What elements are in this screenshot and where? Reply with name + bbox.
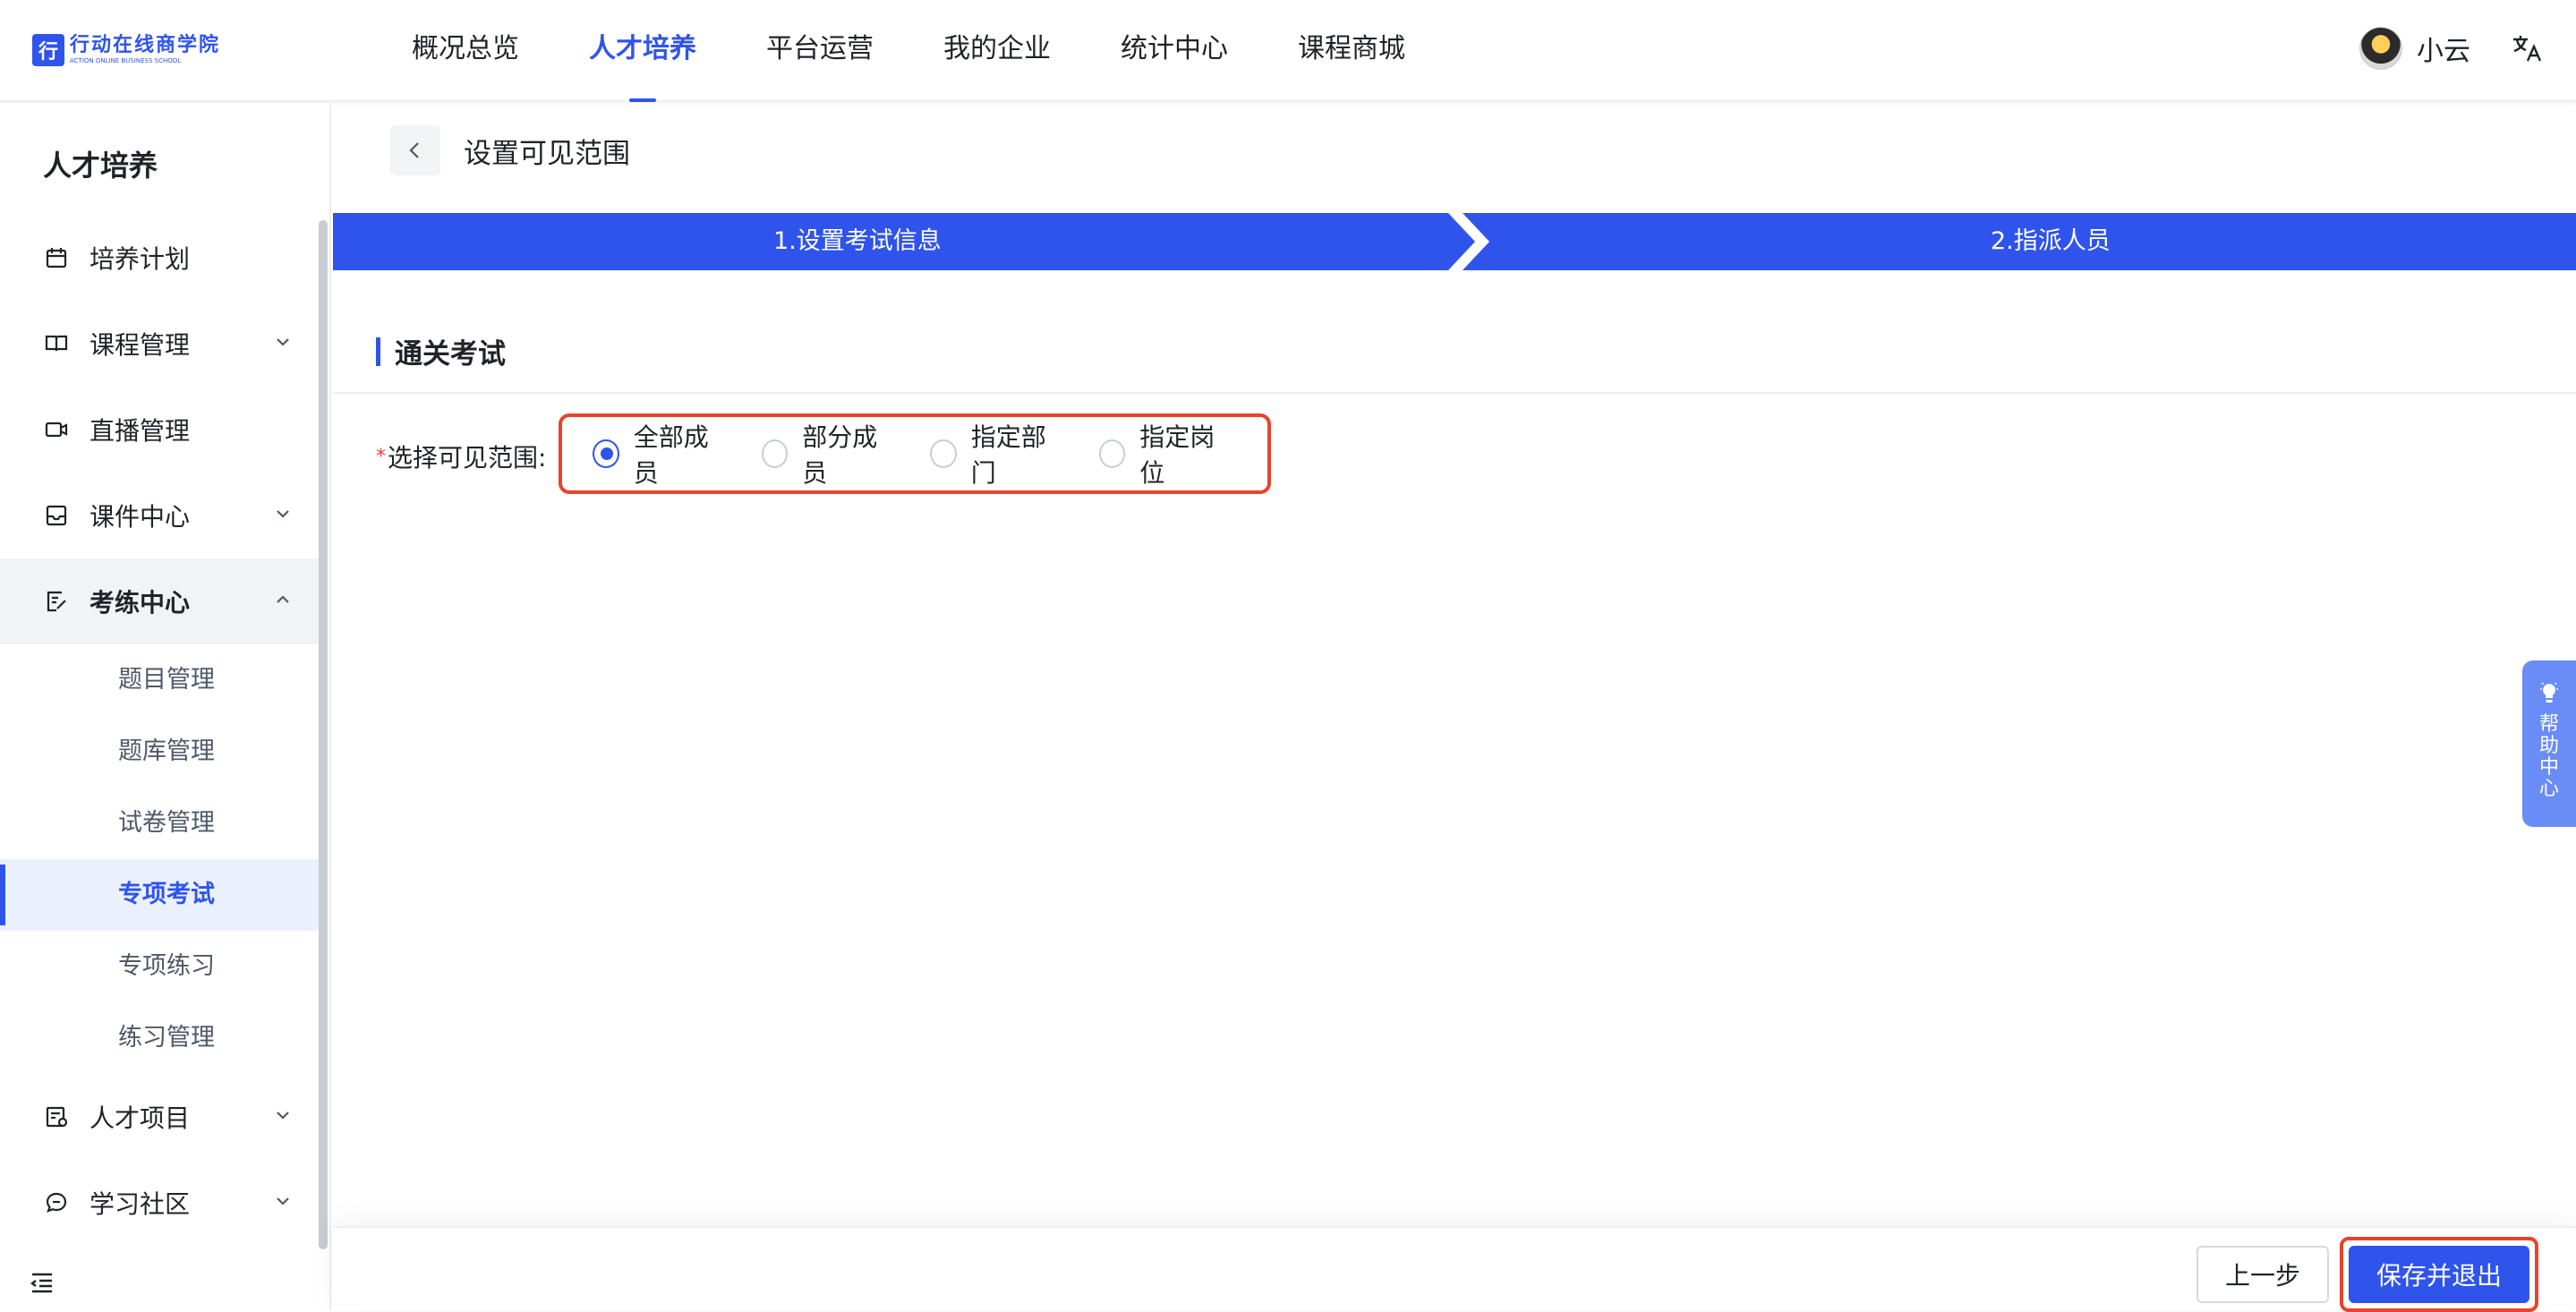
sidebar-item-learning-community[interactable]: 学习社区 — [0, 1160, 319, 1246]
logo-mark-icon: 行 — [32, 34, 64, 66]
sidebar-item-label: 人才项目 — [90, 1103, 191, 1133]
video-camera-icon — [43, 416, 70, 443]
page-header: 设置可见范围 — [390, 125, 630, 175]
section-title: 通关考试 — [395, 338, 506, 371]
nav-statistics[interactable]: 统计中心 — [1121, 0, 1228, 102]
avatar — [2359, 27, 2402, 70]
sidebar-item-label: 培养计划 — [90, 244, 191, 274]
visibility-radio-group: 全部成员 部分成员 指定部门 指定岗位 — [559, 413, 1271, 494]
page-title: 设置可见范围 — [464, 137, 630, 170]
project-icon — [43, 1103, 70, 1130]
sidebar-item-course-management[interactable]: 课程管理 — [0, 301, 319, 387]
help-center-tab[interactable]: 帮助中心 — [2522, 660, 2576, 827]
step-1-label[interactable]: 1.设置考试信息 — [773, 213, 942, 270]
chevron-down-icon — [272, 1190, 294, 1212]
radio-label: 部分成员 — [802, 422, 878, 488]
sidebar-item-talent-project[interactable]: 人才项目 — [0, 1074, 319, 1160]
radio-unchecked-icon[interactable] — [930, 439, 957, 468]
radio-specific-position[interactable]: 指定岗位 — [1098, 418, 1233, 490]
radio-all-members[interactable]: 全部成员 — [593, 418, 726, 490]
exam-icon — [43, 588, 70, 615]
user-menu[interactable]: 小云 — [2359, 27, 2470, 70]
radio-specific-department[interactable]: 指定部门 — [930, 418, 1063, 490]
step-2-label[interactable]: 2.指派人员 — [1991, 213, 2111, 270]
back-button[interactable] — [390, 125, 440, 175]
sidebar-item-label: 考练中心 — [90, 588, 191, 618]
logo-title: 行动在线商学院 — [70, 34, 221, 56]
chat-icon — [43, 1189, 70, 1216]
sidebar-subitem-special-exam[interactable]: 专项考试 — [0, 859, 319, 931]
sidebar-subitem-special-practice[interactable]: 专项练习 — [0, 931, 319, 1002]
radio-label: 指定岗位 — [1139, 422, 1215, 488]
radio-unchecked-icon[interactable] — [761, 439, 789, 468]
step-progress-bar: 1.设置考试信息 2.指派人员 — [333, 213, 2576, 270]
inbox-icon — [43, 502, 70, 529]
main-nav: 概况总览 人才培养 平台运营 我的企业 统计中心 课程商城 — [412, 0, 1475, 102]
sidebar-item-live-management[interactable]: 直播管理 — [0, 387, 319, 473]
book-icon — [43, 330, 70, 357]
footer-action-bar: 上一步 保存并退出 — [333, 1226, 2576, 1312]
sidebar-item-training-plan[interactable]: 培养计划 — [0, 215, 319, 301]
radio-unchecked-icon[interactable] — [1098, 439, 1126, 468]
radio-checked-icon[interactable] — [593, 439, 619, 468]
sidebar-menu: 培养计划 课程管理 直播管理 课件中心 考练中心 题目管理 题库管理 试卷管理 … — [0, 215, 319, 1246]
chevron-left-icon — [409, 142, 419, 158]
nav-my-enterprise[interactable]: 我的企业 — [943, 0, 1051, 102]
sidebar-subitem-question-bank[interactable]: 题库管理 — [0, 716, 319, 788]
sidebar-item-exam-center[interactable]: 考练中心 — [0, 558, 319, 644]
section-divider — [333, 392, 2576, 394]
sidebar-item-label: 课程管理 — [90, 330, 191, 360]
sidebar-subitem-paper-management[interactable]: 试卷管理 — [0, 788, 319, 859]
sidebar-subitem-practice-management[interactable]: 练习管理 — [0, 1002, 319, 1074]
radio-some-members[interactable]: 部分成员 — [761, 418, 895, 490]
save-and-exit-button[interactable]: 保存并退出 — [2349, 1246, 2529, 1303]
chevron-down-icon — [272, 331, 294, 353]
nav-talent-training[interactable]: 人才培养 — [589, 0, 696, 102]
top-navigation-bar: 行 行动在线商学院 ACTION ONLINE BUSINESS SCHOOL … — [0, 0, 2576, 102]
logo-subtitle: ACTION ONLINE BUSINESS SCHOOL — [70, 57, 182, 64]
help-center-label: 帮助中心 — [2538, 713, 2559, 800]
radio-label: 全部成员 — [633, 422, 709, 488]
chevron-down-icon — [272, 503, 294, 524]
visibility-label: 选择可见范围: — [388, 443, 547, 473]
sidebar: 人才培养 培养计划 课程管理 直播管理 课件中心 考练中心 题目管理 题库管理 … — [0, 104, 331, 1310]
translate-icon[interactable] — [2508, 30, 2544, 66]
sidebar-subitem-question-management[interactable]: 题目管理 — [0, 644, 319, 716]
required-mark: * — [376, 445, 386, 468]
sidebar-item-label: 课件中心 — [90, 502, 191, 532]
sidebar-title: 人才培养 — [43, 149, 158, 183]
nav-platform-operation[interactable]: 平台运营 — [766, 0, 874, 102]
collapse-sidebar-icon[interactable] — [27, 1267, 57, 1298]
sidebar-item-label: 直播管理 — [90, 416, 191, 446]
step-arrows — [333, 213, 2576, 270]
user-name: 小云 — [2417, 36, 2470, 67]
section-header: 通关考试 — [376, 331, 506, 371]
sidebar-item-courseware-center[interactable]: 课件中心 — [0, 473, 319, 558]
previous-step-button[interactable]: 上一步 — [2196, 1246, 2329, 1303]
visibility-form-row: * 选择可见范围: 全部成员 部分成员 指定部门 指定岗位 — [376, 413, 1271, 494]
lightbulb-icon — [2540, 682, 2558, 703]
radio-label: 指定部门 — [970, 422, 1046, 488]
sidebar-scrollbar[interactable] — [319, 220, 328, 1249]
calendar-icon — [43, 244, 70, 271]
chevron-down-icon — [272, 1104, 294, 1126]
section-accent-bar — [376, 337, 380, 366]
brand-logo[interactable]: 行 行动在线商学院 ACTION ONLINE BUSINESS SCHOOL — [32, 34, 220, 66]
sidebar-item-label: 学习社区 — [90, 1189, 191, 1219]
nav-overview[interactable]: 概况总览 — [412, 0, 519, 102]
chevron-up-icon — [272, 589, 294, 610]
nav-course-mall[interactable]: 课程商城 — [1298, 0, 1405, 102]
